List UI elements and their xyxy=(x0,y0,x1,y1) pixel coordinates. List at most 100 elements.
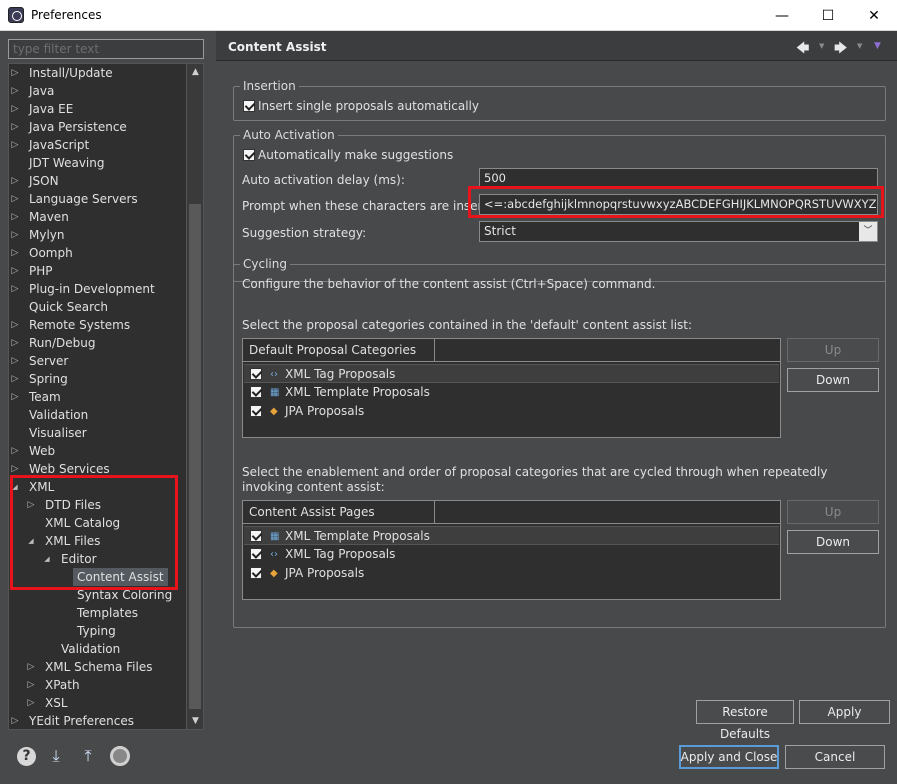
tree-item[interactable]: ▷ PHP xyxy=(9,262,187,280)
tree-collapsed-icon[interactable]: ▷ xyxy=(25,676,37,694)
tree-collapsed-icon[interactable]: ▷ xyxy=(9,64,21,82)
default-down-button[interactable]: Down xyxy=(787,368,879,392)
tree-item[interactable]: ▷ Team xyxy=(9,388,187,406)
auto-suggest-checkbox[interactable] xyxy=(243,149,255,161)
tree-collapsed-icon[interactable]: ▷ xyxy=(9,190,21,208)
import-icon[interactable]: ⤓ xyxy=(45,745,67,767)
tree-collapsed-icon[interactable]: ▷ xyxy=(9,100,21,118)
tree-item[interactable]: ▷ XML Schema Files xyxy=(9,658,187,676)
apply-and-close-button[interactable]: Apply and Close xyxy=(679,745,779,769)
tree-item[interactable]: ▷ XPath xyxy=(9,676,187,694)
tree-collapsed-icon[interactable]: ▷ xyxy=(9,352,21,370)
tree-item[interactable]: ▷ Install/Update xyxy=(9,64,187,82)
tree-item[interactable]: Validation xyxy=(9,406,187,424)
tree-collapsed-icon[interactable]: ▷ xyxy=(9,172,21,190)
back-dropdown-icon[interactable]: ▼ xyxy=(819,42,824,50)
tree-collapsed-icon[interactable]: ▷ xyxy=(9,136,21,154)
pages-down-button[interactable]: Down xyxy=(787,530,879,554)
forward-dropdown-icon[interactable]: ▼ xyxy=(857,42,862,50)
export-icon[interactable]: ⤒ xyxy=(77,745,99,767)
content-assist-pages-table[interactable]: Content Assist Pages ▦ XML Template Prop… xyxy=(242,500,781,600)
table-row[interactable]: ◆ JPA Proposals xyxy=(244,564,779,583)
tree-item[interactable]: ▷ Java xyxy=(9,82,187,100)
scroll-thumb[interactable] xyxy=(189,204,201,709)
default-up-button[interactable]: Up xyxy=(787,338,879,362)
strategy-select[interactable]: Strict ﹀ xyxy=(479,221,878,242)
insertion-group: Insertion Insert single proposals automa… xyxy=(233,79,886,121)
tree-item[interactable]: ▷ Web xyxy=(9,442,187,460)
tree-item[interactable]: ▷ Maven xyxy=(9,208,187,226)
table-row[interactable]: ▦ XML Template Proposals xyxy=(244,383,779,402)
tree-item[interactable]: ▷ Java EE xyxy=(9,100,187,118)
tree-collapsed-icon[interactable]: ▷ xyxy=(9,244,21,262)
tree-collapsed-icon[interactable]: ▷ xyxy=(9,442,21,460)
row-checkbox[interactable] xyxy=(250,368,262,380)
forward-arrow-icon[interactable]: 🡆 xyxy=(834,39,847,61)
tree-item-label: Templates xyxy=(77,606,139,620)
apply-button[interactable]: Apply xyxy=(799,700,890,724)
tree-item[interactable]: ▷ Java Persistence xyxy=(9,118,187,136)
view-menu-icon[interactable]: ▼ xyxy=(874,41,881,51)
tree-collapsed-icon[interactable]: ▷ xyxy=(9,316,21,334)
tree-item[interactable]: Templates xyxy=(9,604,187,622)
minimize-button[interactable]: — xyxy=(759,0,805,31)
cancel-button[interactable]: Cancel xyxy=(785,745,885,769)
tree-collapsed-icon[interactable]: ▷ xyxy=(9,334,21,352)
tree-item[interactable]: ▷ Language Servers xyxy=(9,190,187,208)
content-assist-pages-header[interactable]: Content Assist Pages xyxy=(243,501,435,524)
tree-collapsed-icon[interactable]: ▷ xyxy=(9,82,21,100)
insert-single-checkbox[interactable] xyxy=(243,100,255,112)
tree-item[interactable]: ▷ Plug-in Development xyxy=(9,280,187,298)
scroll-down-arrow-icon[interactable]: ▼ xyxy=(187,713,203,729)
tree-item[interactable]: ▷ YEdit Preferences xyxy=(9,712,187,729)
chevron-down-icon[interactable]: ﹀ xyxy=(859,222,877,241)
tree-item[interactable]: Visualiser xyxy=(9,424,187,442)
tree-collapsed-icon[interactable]: ▷ xyxy=(9,370,21,388)
tree-item[interactable]: ▷ Spring xyxy=(9,370,187,388)
tree-collapsed-icon[interactable]: ▷ xyxy=(9,262,21,280)
tree-item[interactable]: ▷ Run/Debug xyxy=(9,334,187,352)
table-row[interactable]: ▦ XML Template Proposals xyxy=(244,526,779,545)
row-checkbox[interactable] xyxy=(250,405,262,417)
tree-scrollbar[interactable]: ▲ ▼ xyxy=(186,64,203,729)
help-icon[interactable]: ? xyxy=(17,747,36,766)
default-categories-header[interactable]: Default Proposal Categories xyxy=(243,339,435,362)
table-row[interactable]: ◆ JPA Proposals xyxy=(244,402,779,421)
xml-highlight-box xyxy=(10,475,178,590)
tree-item[interactable]: Quick Search xyxy=(9,298,187,316)
maximize-button[interactable]: ☐ xyxy=(805,0,851,31)
close-button[interactable]: ✕ xyxy=(851,0,897,31)
preferences-tree[interactable]: ▷ YEdit Preferences ▷ XSL ▷ XPath ▷ XML Schema … xyxy=(8,63,204,730)
tree-collapsed-icon[interactable]: ▷ xyxy=(9,280,21,298)
row-checkbox[interactable] xyxy=(250,567,262,579)
tree-item[interactable]: ▷ JavaScript xyxy=(9,136,187,154)
tree-item[interactable]: ▷ Remote Systems xyxy=(9,316,187,334)
tree-collapsed-icon[interactable]: ▷ xyxy=(9,208,21,226)
oomph-preference-recorder-icon[interactable] xyxy=(110,746,130,766)
tree-item[interactable]: Validation xyxy=(9,640,187,658)
tree-collapsed-icon[interactable]: ▷ xyxy=(9,118,21,136)
scroll-up-arrow-icon[interactable]: ▲ xyxy=(187,64,203,80)
row-checkbox[interactable] xyxy=(250,386,262,398)
tree-collapsed-icon[interactable]: ▷ xyxy=(9,712,21,729)
tree-item[interactable]: ▷ Oomph xyxy=(9,244,187,262)
tree-item[interactable]: ▷ Server xyxy=(9,352,187,370)
table-row[interactable]: ‹› XML Tag Proposals xyxy=(244,364,779,383)
filter-input[interactable]: type filter text xyxy=(8,39,204,59)
tree-item[interactable]: ▷ Mylyn xyxy=(9,226,187,244)
tree-item[interactable]: JDT Weaving xyxy=(9,154,187,172)
tree-item[interactable]: ▷ JSON xyxy=(9,172,187,190)
table-row[interactable]: ‹› XML Tag Proposals xyxy=(244,545,779,564)
row-checkbox[interactable] xyxy=(250,548,262,560)
default-categories-table[interactable]: Default Proposal Categories ‹› XML Tag P… xyxy=(242,338,781,438)
row-checkbox[interactable] xyxy=(250,530,262,542)
tree-collapsed-icon[interactable]: ▷ xyxy=(9,388,21,406)
tree-item[interactable]: Typing xyxy=(9,622,187,640)
tree-collapsed-icon[interactable]: ▷ xyxy=(9,226,21,244)
back-arrow-icon[interactable]: 🡄 xyxy=(796,39,809,61)
pages-up-button[interactable]: Up xyxy=(787,500,879,524)
tree-item[interactable]: ▷ XSL xyxy=(9,694,187,712)
restore-defaults-button[interactable]: Restore Defaults xyxy=(696,700,794,741)
tree-collapsed-icon[interactable]: ▷ xyxy=(25,694,37,712)
tree-collapsed-icon[interactable]: ▷ xyxy=(25,658,37,676)
